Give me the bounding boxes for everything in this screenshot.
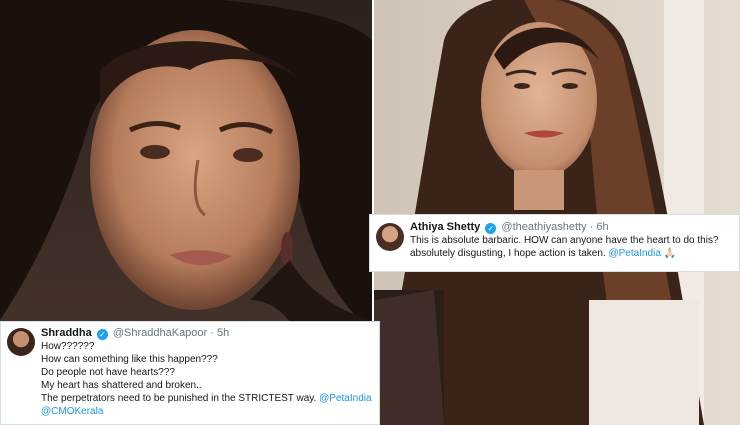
mention-link[interactable]: @PetaIndia bbox=[608, 248, 660, 259]
author-handle[interactable]: @ShraddhaKapoor bbox=[113, 327, 207, 339]
avatar-athiya[interactable] bbox=[376, 223, 404, 251]
author-handle[interactable]: @theathiyashetty bbox=[501, 221, 586, 233]
mention-link[interactable]: @CMOKerala bbox=[41, 406, 103, 417]
mention-link[interactable]: @PetaIndia bbox=[319, 393, 371, 404]
tweet-text-segment: absolutely disgusting, I hope action is … bbox=[410, 248, 606, 259]
tweet-text-line: This is absolute barbaric. HOW can anyon… bbox=[410, 235, 719, 246]
tweet-text-line: My heart has shattered and broken.. bbox=[41, 380, 202, 391]
right-photo-drawing bbox=[374, 0, 740, 425]
verified-check-icon: ✓ bbox=[96, 329, 108, 340]
tweet-text-line: How?????? bbox=[41, 341, 95, 352]
tweet-time-separator: · bbox=[589, 221, 594, 233]
tweet-card-athiya: Athiya Shetty ✓ @theathiyashetty · 6h Th… bbox=[369, 214, 740, 272]
folded-hands-icon: 🙏🏻 bbox=[663, 248, 677, 259]
tweet-text-line: absolutely disgusting, I hope action is … bbox=[410, 247, 733, 260]
tweet-header: Athiya Shetty ✓ @theathiyashetty · 6h bbox=[410, 220, 733, 234]
avatar-shraddha[interactable] bbox=[7, 328, 35, 356]
tweet-time-separator: · bbox=[210, 327, 214, 339]
tweet-header: Shraddha ✓ @ShraddhaKapoor · 5h bbox=[41, 326, 373, 340]
right-photo bbox=[374, 0, 740, 425]
tweet-time[interactable]: 5h bbox=[217, 327, 229, 339]
tweet-text-segment: The perpetrators need to be punished in … bbox=[41, 393, 317, 404]
tweet-time[interactable]: 6h bbox=[596, 221, 608, 233]
tweet-text-line: How can something like this happen??? bbox=[41, 354, 218, 365]
verified-check-icon: ✓ bbox=[485, 223, 497, 234]
tweet-text-line: The perpetrators need to be punished in … bbox=[41, 392, 373, 405]
author-name[interactable]: Athiya Shetty bbox=[410, 221, 480, 233]
tweet-card-shraddha: Shraddha ✓ @ShraddhaKapoor · 5h How?????… bbox=[0, 321, 380, 425]
tweet-text-line: Do people not have hearts??? bbox=[41, 367, 175, 378]
author-name[interactable]: Shraddha bbox=[41, 327, 92, 339]
tweet-text-line: @CMOKerala bbox=[41, 405, 373, 418]
